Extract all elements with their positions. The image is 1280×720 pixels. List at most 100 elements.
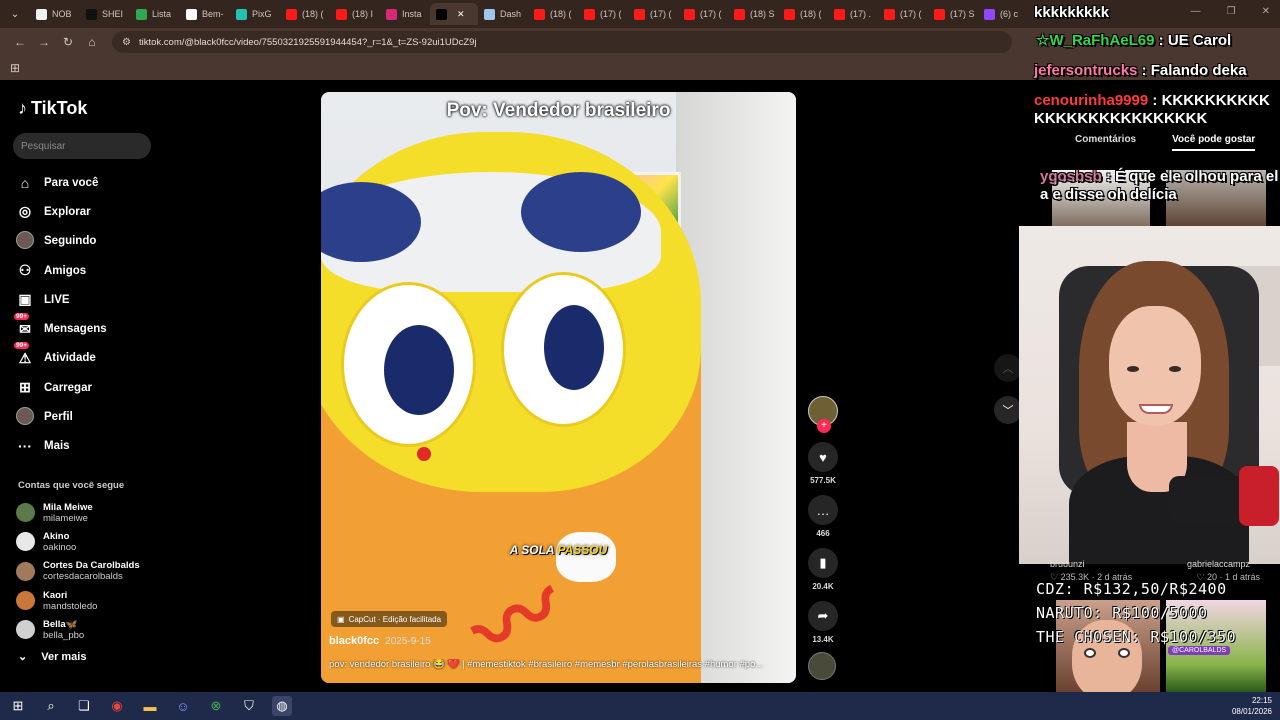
obs-icon[interactable]: ◍: [272, 696, 292, 716]
reload-icon[interactable]: ↻: [56, 35, 80, 49]
see-more-button[interactable]: ⌄ Ver mais: [18, 650, 87, 664]
chat-username: ☆W_RaFhAeL69: [1036, 32, 1155, 49]
file-explorer-icon[interactable]: ▬: [140, 696, 160, 716]
comment-icon[interactable]: …: [808, 495, 838, 525]
followed-account[interactable]: Kaori mandstoledo: [16, 586, 140, 615]
video-author[interactable]: black0fcc 2025-9-15: [329, 635, 431, 647]
chat-separator: :: [1148, 92, 1162, 109]
browser-tab[interactable]: Insta: [380, 3, 430, 25]
browser-tab[interactable]: (17) .: [828, 3, 878, 25]
search-input[interactable]: [21, 140, 121, 152]
tiktok-logo[interactable]: ♪ TikTok: [18, 98, 87, 119]
browser-tab[interactable]: (17) (: [678, 3, 728, 25]
following-avatar-icon: [16, 230, 34, 252]
tab-comments[interactable]: Comentários: [1075, 134, 1136, 151]
task-view-icon[interactable]: ❏: [74, 696, 94, 716]
previous-video-button[interactable]: ︿: [994, 354, 1022, 382]
tab-favicon-icon: [534, 8, 545, 20]
discord-icon[interactable]: ☺: [173, 696, 193, 716]
tab-search-menu-icon[interactable]: ⌄: [6, 5, 24, 23]
nav-item-seguindo[interactable]: Seguindo: [16, 227, 107, 256]
browser-tab[interactable]: (18) I: [330, 3, 380, 25]
save-action[interactable]: ▮ 20.4K: [806, 548, 840, 591]
home-icon[interactable]: ⌂: [80, 35, 104, 49]
browser-tab[interactable]: (18) (: [280, 3, 330, 25]
nav-item-explorar[interactable]: ◎ Explorar: [16, 197, 107, 226]
security-icon[interactable]: ⛉: [239, 696, 259, 716]
tab-label: Dash: [500, 9, 522, 19]
tab-suggested[interactable]: Você pode gostar: [1172, 134, 1256, 151]
avatar: [16, 591, 35, 611]
like-action[interactable]: ♥ 577.5K: [806, 442, 840, 485]
forward-icon[interactable]: →: [32, 35, 56, 49]
heart-icon[interactable]: ♥: [808, 442, 838, 472]
close-tab-icon[interactable]: ✕: [457, 9, 465, 20]
notification-badge: 99+: [14, 312, 30, 320]
mascot-left-eye: [341, 282, 476, 447]
tab-favicon-icon: [884, 8, 895, 20]
see-more-label: Ver mais: [41, 650, 87, 663]
back-icon[interactable]: ←: [8, 35, 32, 49]
browser-tab[interactable]: (18) (: [528, 3, 578, 25]
nav-item-perfil[interactable]: Perfil: [16, 402, 107, 431]
xbox-icon[interactable]: ⊗: [206, 696, 226, 716]
tab-favicon-icon: [634, 8, 645, 20]
share-action[interactable]: ➦ 13.4K: [806, 601, 840, 644]
comment-action[interactable]: … 466: [806, 495, 840, 538]
capcut-label: CapCut · Edição facilitada: [348, 614, 442, 624]
video-player[interactable]: 〰 Pov: Vendedor brasileiro A SOLA PASSOU…: [321, 92, 796, 683]
capcut-badge[interactable]: ▣ CapCut · Edição facilitada: [331, 611, 448, 627]
account-display-name: Mila Meiwe: [43, 501, 93, 513]
windows-start-icon[interactable]: ⊞: [8, 696, 28, 716]
nav-item-amigos[interactable]: ⚇ Amigos: [16, 256, 107, 285]
suggested-user-1[interactable]: bruuunzi: [1050, 559, 1085, 569]
search-box[interactable]: [13, 133, 151, 159]
account-names: Kaori mandstoledo: [43, 590, 97, 612]
follow-plus-icon[interactable]: +: [817, 419, 831, 433]
account-handle: cortesdacarolbalds: [43, 571, 123, 583]
avatar: [16, 532, 35, 552]
nav-item-mensagens[interactable]: ✉ 99+ Mensagens: [14, 312, 107, 343]
browser-tab[interactable]: SHEI: [80, 3, 130, 25]
tab-favicon-icon: [86, 8, 97, 20]
followed-account[interactable]: Cortes Da Carolbalds cortesdacarolbalds: [16, 557, 140, 586]
browser-tab[interactable]: Dash: [478, 3, 528, 25]
apps-grid-icon[interactable]: ⊞: [10, 61, 20, 75]
browser-tab[interactable]: (6) c: [978, 3, 1028, 25]
browser-tab[interactable]: (17) (: [578, 3, 628, 25]
nav-item-carregar[interactable]: ⊞ Carregar: [16, 373, 107, 402]
url-field[interactable]: ⚙ tiktok.com/@black0fcc/video/7550321925…: [112, 31, 1012, 53]
creator-avatar[interactable]: +: [808, 396, 838, 433]
browser-tab[interactable]: PixG: [230, 3, 280, 25]
suggested-user-2[interactable]: gabrielaccampz: [1187, 559, 1250, 569]
nav-item-live[interactable]: ▣ LIVE: [16, 285, 107, 314]
bookmark-icon[interactable]: ▮: [808, 548, 838, 578]
browser-tab[interactable]: Bem-: [180, 3, 230, 25]
share-icon[interactable]: ➦: [808, 601, 838, 631]
followed-account[interactable]: Bella🦋 bella_pbo: [16, 615, 140, 644]
active-tab[interactable]: ✕: [430, 3, 478, 25]
tab-label: NOB: [52, 9, 72, 19]
browser-tab[interactable]: (17) (: [878, 3, 928, 25]
browser-tab[interactable]: (18) S: [728, 3, 778, 25]
followed-account[interactable]: Mila Meiwe milameiwe: [16, 498, 140, 527]
browser-tab[interactable]: (17) S: [928, 3, 978, 25]
chat-separator: :: [1101, 168, 1116, 185]
browser-tab[interactable]: (17) (: [628, 3, 678, 25]
followed-account[interactable]: Akino oakinoo: [16, 527, 140, 556]
browser-tab[interactable]: NOB: [30, 3, 80, 25]
nav-item-para-voc-[interactable]: ⌂ Para você: [16, 168, 107, 197]
search-icon[interactable]: ⌕: [41, 696, 61, 716]
mascot-head: [321, 132, 701, 492]
next-video-button[interactable]: ﹀: [994, 396, 1022, 424]
author-name[interactable]: black0fcc: [329, 635, 379, 647]
site-info-icon[interactable]: ⚙: [122, 37, 131, 48]
nav-item-atividade[interactable]: ⚠ 99+ Atividade: [14, 341, 107, 373]
nav-item-mais[interactable]: ··· Mais: [16, 432, 107, 461]
system-clock[interactable]: 22:15 08/01/2026: [1232, 695, 1272, 717]
music-disc-icon[interactable]: [808, 652, 836, 680]
chevron-down-icon: ﹀: [1002, 405, 1014, 417]
chrome-icon[interactable]: ◉: [107, 696, 127, 716]
browser-tab[interactable]: Lista: [130, 3, 180, 25]
browser-tab[interactable]: (18) (: [778, 3, 828, 25]
